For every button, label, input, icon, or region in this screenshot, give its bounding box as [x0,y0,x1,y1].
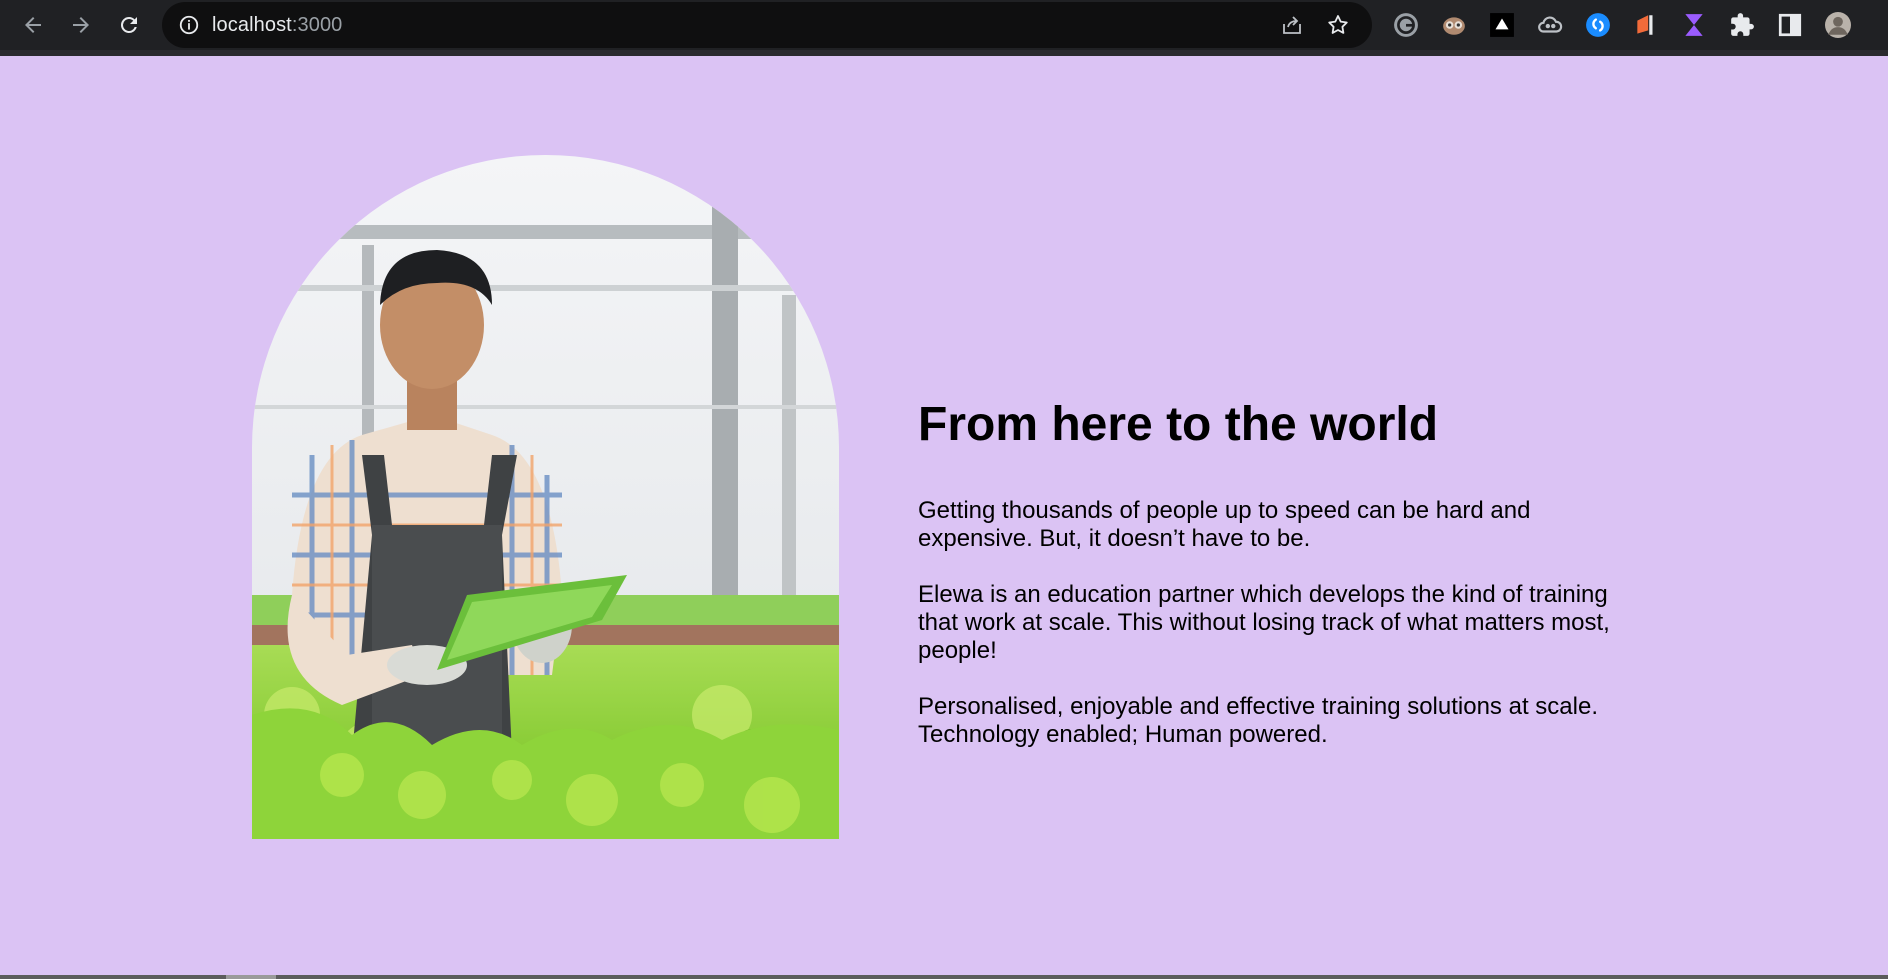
toolbar-divider [0,50,1888,56]
intro-paragraph-1: Getting thousands of people up to speed … [918,497,1531,552]
cloud-icon[interactable] [1536,11,1564,39]
star-icon[interactable] [1326,13,1350,37]
page-headline: From here to the world [918,398,1439,451]
grammarly-icon[interactable] [1392,11,1420,39]
arrow-left-icon [25,17,41,33]
scrollbar-thumb[interactable] [226,975,276,979]
arrow-right-icon [73,17,89,33]
intro-section: From here to the world Getting thousands… [918,395,1638,777]
intro-paragraph-2: Elewa is an education partner which deve… [918,581,1610,664]
reload-icon [121,17,137,33]
back-button[interactable] [14,6,52,44]
triangle-icon[interactable] [1488,11,1516,39]
hourglass-icon[interactable] [1680,11,1708,39]
puzzle-icon[interactable] [1728,11,1756,39]
side-panel-icon[interactable] [1776,11,1804,39]
intro-paragraph-3: Personalised, enjoyable and effective tr… [918,693,1598,748]
owl-icon[interactable] [1440,11,1468,39]
browser-toolbar: localhost:3000 [0,0,1888,56]
reload-button[interactable] [110,6,148,44]
profile-avatar[interactable] [1824,11,1852,39]
info-circle-icon[interactable] [178,14,200,36]
url-host: localhost [212,14,292,36]
horizontal-scrollbar[interactable] [0,975,1888,979]
forward-button[interactable] [62,6,100,44]
url-text[interactable]: localhost:3000 [212,14,342,37]
url-port: :3000 [291,14,343,36]
address-bar[interactable]: localhost:3000 [162,2,1372,48]
share-icon[interactable] [1280,13,1304,37]
shazam-icon[interactable] [1584,11,1612,39]
flag-icon[interactable] [1632,11,1660,39]
farmer-with-tablet-illustration [252,155,839,839]
hero-image [252,155,839,839]
